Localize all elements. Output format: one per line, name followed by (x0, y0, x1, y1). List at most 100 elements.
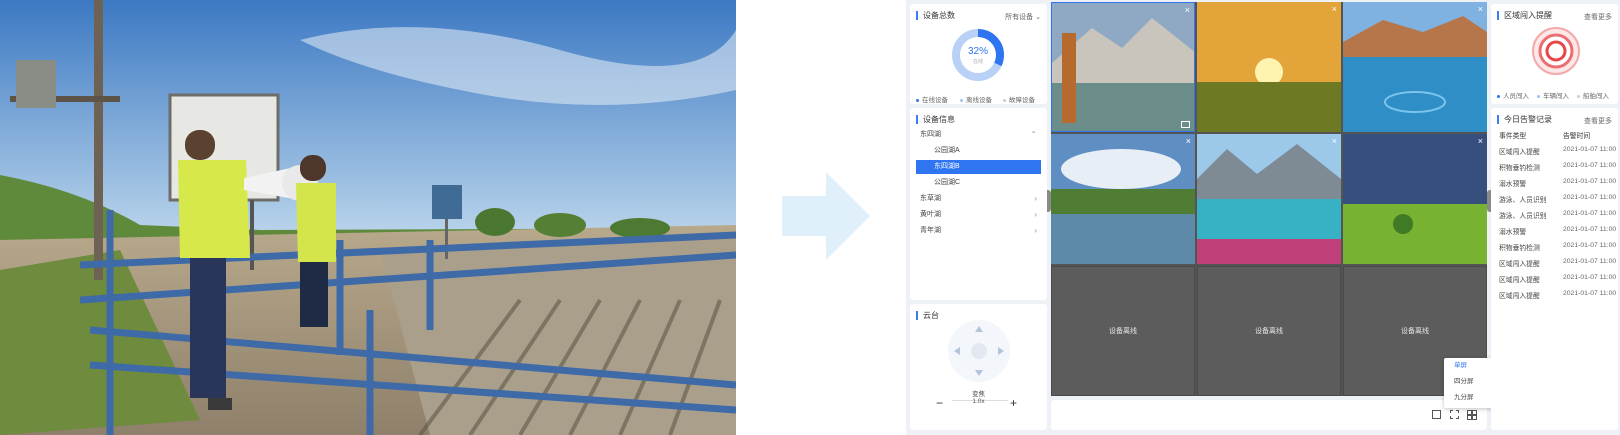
device-filter-label: 所有设备 (1005, 14, 1034, 21)
legend-dot (960, 98, 963, 102)
device-filter-dropdown[interactable]: 所有设备 ⌄ (1005, 12, 1041, 22)
layout-option-four[interactable]: 四分屏 (1444, 374, 1494, 390)
video-cell-5[interactable]: × (1197, 134, 1341, 264)
video-wall: × × × × × × 设备离线 设备离线 设备离线 (1051, 2, 1487, 396)
layout-option-single[interactable]: 单屏 (1444, 358, 1494, 374)
zoom-value: 1.0x (972, 398, 985, 405)
chevron-right-icon: › (1034, 226, 1037, 235)
alarm-time-cell: 2021-01-07 11:00 (1563, 258, 1617, 265)
table-row[interactable]: 游泳、人员识别 2021-01-07 11:00 (1499, 210, 1616, 220)
ptz-direction-pad[interactable] (946, 318, 1012, 384)
online-percent-caption: 在线 (972, 59, 983, 65)
offline-label: 设备离线 (1109, 328, 1137, 335)
legend-dot (1497, 94, 1500, 98)
alarm-time-cell: 2021-01-07 11:00 (1563, 194, 1617, 201)
screenshot-icon[interactable] (1432, 410, 1441, 419)
legend-fault-label: 故障设备 (1009, 97, 1035, 104)
tree-item-device-a[interactable]: 公园湖A (916, 144, 1041, 158)
zoom-label: 变焦 (972, 391, 985, 398)
table-row[interactable]: 区域闯入提醒 2021-01-07 11:00 (1499, 146, 1616, 156)
reservoir-patrol-photo (0, 0, 736, 435)
tree-item-group-2[interactable]: 东草湖 › (916, 192, 1041, 206)
table-row[interactable]: 溺水预警 2021-01-07 11:00 (1499, 178, 1616, 188)
tree-item-group-3[interactable]: 黄叶湖 › (916, 208, 1041, 222)
alarm-time-cell: 2021-01-07 11:00 (1563, 178, 1617, 185)
legend-dot (1537, 94, 1540, 98)
legend-online-label: 在线设备 (922, 97, 948, 104)
alarm-records-title: 今日告警记录 (1497, 115, 1552, 124)
legend-person: 人员闯入 (1497, 90, 1529, 100)
legend-offline: 离线设备 (960, 94, 992, 104)
offline-label: 设备离线 (1401, 328, 1429, 335)
video-cell-3[interactable]: × (1343, 2, 1487, 132)
alarm-radar-icon (1532, 27, 1580, 75)
video-cell-2[interactable]: × (1197, 2, 1341, 132)
event-type-cell: 积物垂钓检测 (1499, 245, 1540, 252)
event-type-cell: 区域闯入提醒 (1499, 261, 1540, 268)
tree-item-label: 东四湖 (920, 131, 941, 138)
alarm-records-panel: 今日告警记录 查看更多 事件类型 告警时间 区域闯入提醒 2021-01-07 11… (1491, 108, 1618, 430)
chevron-right-icon: › (1034, 194, 1037, 203)
table-row[interactable]: 游泳、人员识别 2021-01-07 11:00 (1499, 194, 1616, 204)
tree-item-group-1[interactable]: 东四湖 ⌃ (916, 128, 1041, 142)
legend-fault: 故障设备 (1003, 94, 1035, 104)
fullscreen-icon[interactable] (1450, 410, 1459, 419)
tree-item-label: 东草湖 (920, 195, 941, 202)
event-type-cell: 游泳、人员识别 (1499, 213, 1547, 220)
snapshot-icon[interactable] (1181, 121, 1190, 128)
left-collapse-handle[interactable] (1047, 190, 1051, 212)
device-totals-title: 设备总数 (916, 11, 955, 20)
event-type-cell: 游泳、人员识别 (1499, 197, 1547, 204)
chevron-right-icon: › (1034, 210, 1037, 219)
tree-item-label: 公园湖C (934, 179, 961, 186)
tree-item-label: 东四湖B (934, 163, 960, 170)
ptz-title: 云台 (916, 311, 939, 320)
ptz-panel: 云台 变焦 − 1.0x + (910, 304, 1047, 430)
table-row[interactable]: 溺水预警 2021-01-07 11:00 (1499, 226, 1616, 236)
close-icon[interactable]: × (1478, 4, 1483, 14)
close-icon[interactable]: × (1185, 5, 1190, 15)
legend-person-label: 人员闯入 (1503, 93, 1529, 100)
video-cell-6[interactable]: × (1343, 134, 1487, 264)
tree-item-device-b-selected[interactable]: 东四湖B (916, 160, 1041, 174)
event-type-cell: 区域闯入提醒 (1499, 149, 1540, 156)
table-row[interactable]: 区域闯入提醒 2021-01-07 11:00 (1499, 274, 1616, 284)
table-row[interactable]: 积物垂钓检测 2021-01-07 11:00 (1499, 242, 1616, 252)
close-icon[interactable]: × (1478, 136, 1483, 146)
alarm-more-link[interactable]: 查看更多 (1584, 116, 1612, 126)
chevron-down-icon: ⌄ (1035, 14, 1041, 21)
tree-item-device-c[interactable]: 公园湖C (916, 176, 1041, 190)
intrusion-more-link[interactable]: 查看更多 (1584, 12, 1612, 22)
intrusion-title: 区域闯入提醒 (1497, 11, 1552, 20)
video-cell-8-offline[interactable]: 设备离线 (1197, 266, 1341, 396)
tree-item-label: 公园湖A (934, 147, 960, 154)
video-cell-7-offline[interactable]: 设备离线 (1051, 266, 1195, 396)
device-info-panel: 设备信息 东四湖 ⌃ 公园湖A 东四湖B 公园湖C 东草湖 › 黄叶湖 › 青年湖 › (910, 108, 1047, 300)
legend-dot (1577, 94, 1580, 98)
layout-menu: 单屏 四分屏 九分屏 (1444, 358, 1494, 408)
composite-screen: 设备总数 所有设备 ⌄ 32% 在线 在线设备 离线设备 故障设备 设备信息 东… (0, 0, 1620, 435)
alarm-time-cell: 2021-01-07 11:00 (1563, 210, 1617, 217)
event-type-cell: 区域闯入提醒 (1499, 293, 1540, 300)
legend-offline-label: 离线设备 (966, 97, 992, 104)
close-icon[interactable]: × (1332, 4, 1337, 14)
table-row[interactable]: 区域闯入提醒 2021-01-07 11:00 (1499, 258, 1616, 268)
video-cell-4[interactable]: × (1051, 134, 1195, 264)
legend-boat: 船舶闯入 (1577, 90, 1609, 100)
alarm-table-header: 事件类型 告警时间 (1499, 130, 1590, 140)
header-alarm-time: 告警时间 (1563, 133, 1591, 140)
table-row[interactable]: 区域闯入提醒 2021-01-07 11:00 (1499, 290, 1616, 300)
alarm-time-cell: 2021-01-07 11:00 (1563, 274, 1617, 281)
offline-label: 设备离线 (1255, 328, 1283, 335)
tree-item-group-4[interactable]: 青年湖 › (916, 224, 1041, 238)
legend-online: 在线设备 (916, 94, 948, 104)
layout-option-nine[interactable]: 九分屏 (1444, 390, 1494, 406)
legend-dot (1003, 98, 1006, 102)
close-icon[interactable]: × (1332, 136, 1337, 146)
grid-layout-icon[interactable] (1467, 410, 1477, 420)
event-type-cell: 积物垂钓检测 (1499, 165, 1540, 172)
close-icon[interactable]: × (1186, 136, 1191, 146)
zoom-plus-button[interactable]: + (1010, 396, 1017, 410)
table-row[interactable]: 积物垂钓检测 2021-01-07 11:00 (1499, 162, 1616, 172)
video-cell-1[interactable]: × (1051, 2, 1195, 132)
